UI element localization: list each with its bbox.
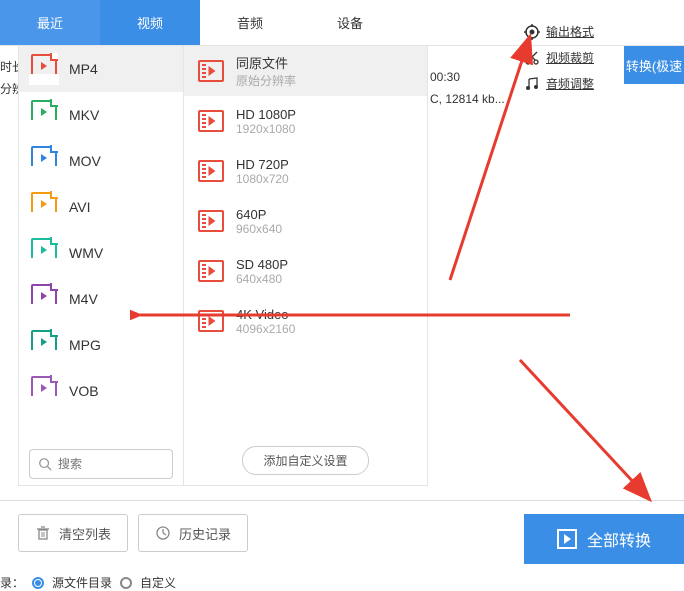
clock-icon (155, 525, 171, 541)
preset-sub: 1080x720 (236, 172, 289, 186)
file-codec: C, 12814 kb... (430, 88, 505, 110)
save-location-row: 录： 源文件目录 自定义 (0, 574, 176, 591)
format-panel: MP4 MP4 MKV MKV MOV MOV AVI AVI WMV WMV … (18, 46, 428, 486)
divider (0, 500, 684, 501)
preset-720p[interactable]: HD 720P1080x720 (184, 146, 427, 196)
file-icon: MOV (31, 146, 57, 176)
video-crop-label: 视频裁剪 (546, 48, 594, 68)
music-note-icon (524, 76, 540, 92)
video-icon (198, 110, 224, 132)
format-label: MOV (69, 153, 101, 169)
radio-custom-dir[interactable] (120, 577, 132, 589)
annotation-arrow (510, 350, 670, 520)
format-label: VOB (69, 383, 99, 399)
format-mpg[interactable]: MPG MPG (19, 322, 183, 368)
output-format-link[interactable]: 输出格式 (524, 22, 684, 42)
preset-title: 640P (236, 207, 282, 222)
audio-adjust-label: 音频调整 (546, 74, 594, 94)
file-icon: AVI (31, 192, 57, 222)
tab-audio[interactable]: 音频 (200, 0, 300, 45)
trash-icon (35, 525, 51, 541)
file-icon: M4V (31, 284, 57, 314)
format-mp4[interactable]: MP4 MP4 (19, 46, 183, 92)
history-button[interactable]: 历史记录 (138, 514, 248, 552)
add-custom-button[interactable]: 添加自定义设置 (242, 446, 368, 475)
search-box[interactable] (29, 449, 173, 479)
file-duration: 00:30 (430, 66, 505, 88)
file-icon: WMV (31, 238, 57, 268)
format-label: M4V (69, 291, 98, 307)
format-label: WMV (69, 245, 103, 261)
play-icon (557, 529, 577, 549)
target-icon (524, 24, 540, 40)
format-label: AVI (69, 199, 91, 215)
tab-device[interactable]: 设备 (300, 0, 400, 45)
preset-title: HD 1080P (236, 107, 296, 122)
preset-sub: 640x480 (236, 272, 288, 286)
tab-recent[interactable]: 最近 (0, 0, 100, 45)
file-icon: VOB (31, 376, 57, 406)
radio-custom-dir-label: 自定义 (140, 574, 176, 591)
video-icon (198, 160, 224, 182)
preset-4k[interactable]: 4K Video4096x2160 (184, 296, 427, 346)
format-mov[interactable]: MOV MOV (19, 138, 183, 184)
format-wmv[interactable]: WMV WMV (19, 230, 183, 276)
format-m4v[interactable]: M4V M4V (19, 276, 183, 322)
format-label: MP4 (69, 61, 98, 77)
video-icon (198, 60, 224, 82)
all-convert-label: 全部转换 (587, 527, 651, 551)
all-convert-button[interactable]: 全部转换 (524, 514, 684, 564)
video-icon (198, 310, 224, 332)
preset-title: SD 480P (236, 257, 288, 272)
search-icon (38, 457, 52, 471)
format-list: MP4 MP4 MKV MKV MOV MOV AVI AVI WMV WMV … (19, 46, 184, 485)
file-icon: MPG (31, 330, 57, 360)
format-label: MKV (69, 107, 99, 123)
bottom-buttons: 清空列表 历史记录 (18, 514, 248, 552)
preset-sub: 1920x1080 (236, 122, 296, 136)
category-tabs: 最近 视频 音频 设备 (0, 0, 400, 45)
convert-button-small[interactable]: 转换(极速 (624, 46, 684, 84)
format-mkv[interactable]: MKV MKV (19, 92, 183, 138)
preset-same-as-source[interactable]: 同原文件原始分辨率 (184, 46, 427, 96)
scissors-icon (524, 50, 540, 66)
file-icon: MKV (31, 100, 57, 130)
clear-list-button[interactable]: 清空列表 (18, 514, 128, 552)
radio-source-dir-label: 源文件目录 (52, 574, 112, 591)
preset-sub: 原始分辨率 (236, 72, 296, 89)
tab-video[interactable]: 视频 (100, 0, 200, 45)
preset-title: HD 720P (236, 157, 289, 172)
save-label: 录： (0, 574, 24, 591)
format-avi[interactable]: AVI AVI (19, 184, 183, 230)
output-format-label: 输出格式 (546, 22, 594, 42)
video-icon (198, 260, 224, 282)
preset-640p[interactable]: 640P960x640 (184, 196, 427, 246)
preset-480p[interactable]: SD 480P640x480 (184, 246, 427, 296)
preset-title: 4K Video (236, 307, 295, 322)
radio-source-dir[interactable] (32, 577, 44, 589)
format-vob[interactable]: VOB VOB (19, 368, 183, 414)
clear-list-label: 清空列表 (59, 524, 111, 543)
file-info: 00:30 C, 12814 kb... (430, 66, 505, 110)
search-input[interactable] (58, 457, 164, 471)
file-icon: MP4 (31, 54, 57, 84)
history-label: 历史记录 (179, 524, 231, 543)
preset-title: 同原文件 (236, 53, 296, 72)
preset-list: 同原文件原始分辨率 HD 1080P1920x1080 HD 720P1080x… (184, 46, 427, 485)
video-icon (198, 210, 224, 232)
preset-sub: 4096x2160 (236, 322, 295, 336)
preset-1080p[interactable]: HD 1080P1920x1080 (184, 96, 427, 146)
format-label: MPG (69, 337, 101, 353)
preset-sub: 960x640 (236, 222, 282, 236)
